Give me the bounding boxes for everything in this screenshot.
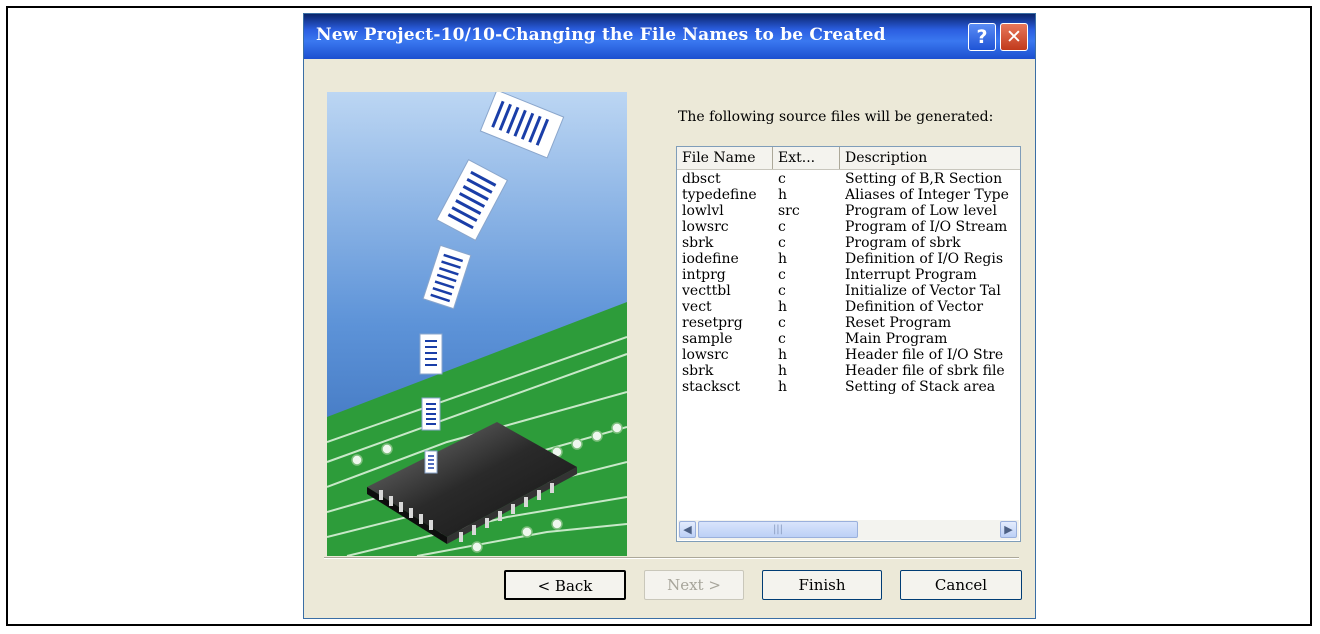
arrow-left-icon: ◀	[683, 523, 692, 536]
file-name-cell: resetprg	[682, 315, 743, 331]
file-name-cell: sample	[682, 331, 733, 347]
ext-cell: h	[778, 363, 788, 379]
file-name-cell: sbrk	[682, 363, 714, 379]
table-row[interactable]: dbsct c Setting of B,R Section	[677, 171, 1020, 187]
table-row[interactable]: typedefine h Aliases of Integer Type	[677, 187, 1020, 203]
description-cell: Initialize of Vector Tal	[845, 283, 1001, 299]
ext-cell: h	[778, 347, 788, 363]
list-header: File Name Ext... Description	[677, 147, 1020, 170]
description-cell: Aliases of Integer Type	[845, 187, 1009, 203]
description-cell: Definition of Vector	[845, 299, 984, 315]
ext-cell: c	[778, 267, 786, 283]
ext-cell: c	[778, 235, 786, 251]
table-row[interactable]: lowsrc c Program of I/O Stream	[677, 219, 1020, 235]
file-name-cell: sbrk	[682, 235, 714, 251]
file-name-cell: stacksct	[682, 379, 741, 395]
file-list[interactable]: File Name Ext... Description dbsct c Setti…	[676, 146, 1021, 542]
back-button[interactable]: < Back	[504, 570, 626, 600]
intro-text: The following source files will be gener…	[678, 109, 994, 125]
cancel-button[interactable]: Cancel	[900, 570, 1022, 600]
horizontal-scrollbar[interactable]: ◀ ||| ▶	[678, 520, 1019, 540]
file-name-cell: lowsrc	[682, 347, 729, 363]
column-header-ext[interactable]: Ext...	[773, 147, 840, 169]
column-header-description[interactable]: Description	[840, 147, 1020, 169]
file-name-cell: typedefine	[682, 187, 757, 203]
table-row[interactable]: lowlvl src Program of Low level	[677, 203, 1020, 219]
close-icon: ✕	[1006, 26, 1022, 48]
table-row[interactable]: vect h Definition of Vector	[677, 299, 1020, 315]
table-row[interactable]: sbrk h Header file of sbrk file	[677, 363, 1020, 379]
table-row[interactable]: stacksct h Setting of Stack area	[677, 379, 1020, 395]
ext-cell: h	[778, 251, 788, 267]
scroll-left-button[interactable]: ◀	[679, 521, 696, 538]
description-cell: Interrupt Program	[845, 267, 977, 283]
divider	[324, 557, 1019, 559]
description-cell: Definition of I/O Regis	[845, 251, 1004, 267]
description-cell: Program of I/O Stream	[845, 219, 1008, 235]
window-title: New Project-10/10-Changing the File Name…	[316, 25, 886, 45]
new-project-dialog: New Project-10/10-Changing the File Name…	[303, 13, 1036, 619]
table-row[interactable]: vecttbl c Initialize of Vector Tal	[677, 283, 1020, 299]
scroll-right-button[interactable]: ▶	[1000, 521, 1017, 538]
description-cell: Header file of sbrk file	[845, 363, 1005, 379]
finish-button[interactable]: Finish	[762, 570, 882, 600]
wizard-illustration	[327, 92, 627, 556]
table-row[interactable]: lowsrc h Header file of I/O Stre	[677, 347, 1020, 363]
ext-cell: c	[778, 219, 786, 235]
file-name-cell: vect	[682, 299, 712, 315]
list-rows: dbsct c Setting of B,R Section typedefine h A…	[677, 171, 1020, 395]
ext-cell: c	[778, 171, 786, 187]
description-cell: Setting of B,R Section	[845, 171, 1003, 187]
ext-cell: h	[778, 187, 788, 203]
table-row[interactable]: intprg c Interrupt Program	[677, 267, 1020, 283]
table-row[interactable]: sample c Main Program	[677, 331, 1020, 347]
file-name-cell: dbsct	[682, 171, 721, 187]
help-button[interactable]: ?	[968, 23, 996, 51]
ext-cell: c	[778, 283, 786, 299]
ext-cell: h	[778, 379, 788, 395]
description-cell: Program of sbrk	[845, 235, 961, 251]
description-cell: Main Program	[845, 331, 948, 347]
description-cell: Header file of I/O Stre	[845, 347, 1004, 363]
file-name-cell: iodefine	[682, 251, 739, 267]
arrow-right-icon: ▶	[1004, 523, 1013, 536]
next-button[interactable]: Next >	[644, 570, 744, 600]
description-cell: Program of Low level	[845, 203, 997, 219]
ext-cell: src	[778, 203, 800, 219]
table-row[interactable]: sbrk c Program of sbrk	[677, 235, 1020, 251]
file-name-cell: lowlvl	[682, 203, 724, 219]
ext-cell: c	[778, 315, 786, 331]
file-name-cell: intprg	[682, 267, 726, 283]
file-name-cell: lowsrc	[682, 219, 729, 235]
column-header-file-name[interactable]: File Name	[677, 147, 773, 169]
help-icon: ?	[976, 26, 988, 48]
ext-cell: h	[778, 299, 788, 315]
description-cell: Reset Program	[845, 315, 952, 331]
description-cell: Setting of Stack area	[845, 379, 996, 395]
title-bar[interactable]: New Project-10/10-Changing the File Name…	[304, 14, 1035, 59]
table-row[interactable]: resetprg c Reset Program	[677, 315, 1020, 331]
scroll-thumb[interactable]: |||	[698, 521, 858, 538]
file-name-cell: vecttbl	[682, 283, 731, 299]
ext-cell: c	[778, 331, 786, 347]
table-row[interactable]: iodefine h Definition of I/O Regis	[677, 251, 1020, 267]
grip-icon: |||	[772, 524, 784, 535]
close-button[interactable]: ✕	[1000, 23, 1028, 51]
